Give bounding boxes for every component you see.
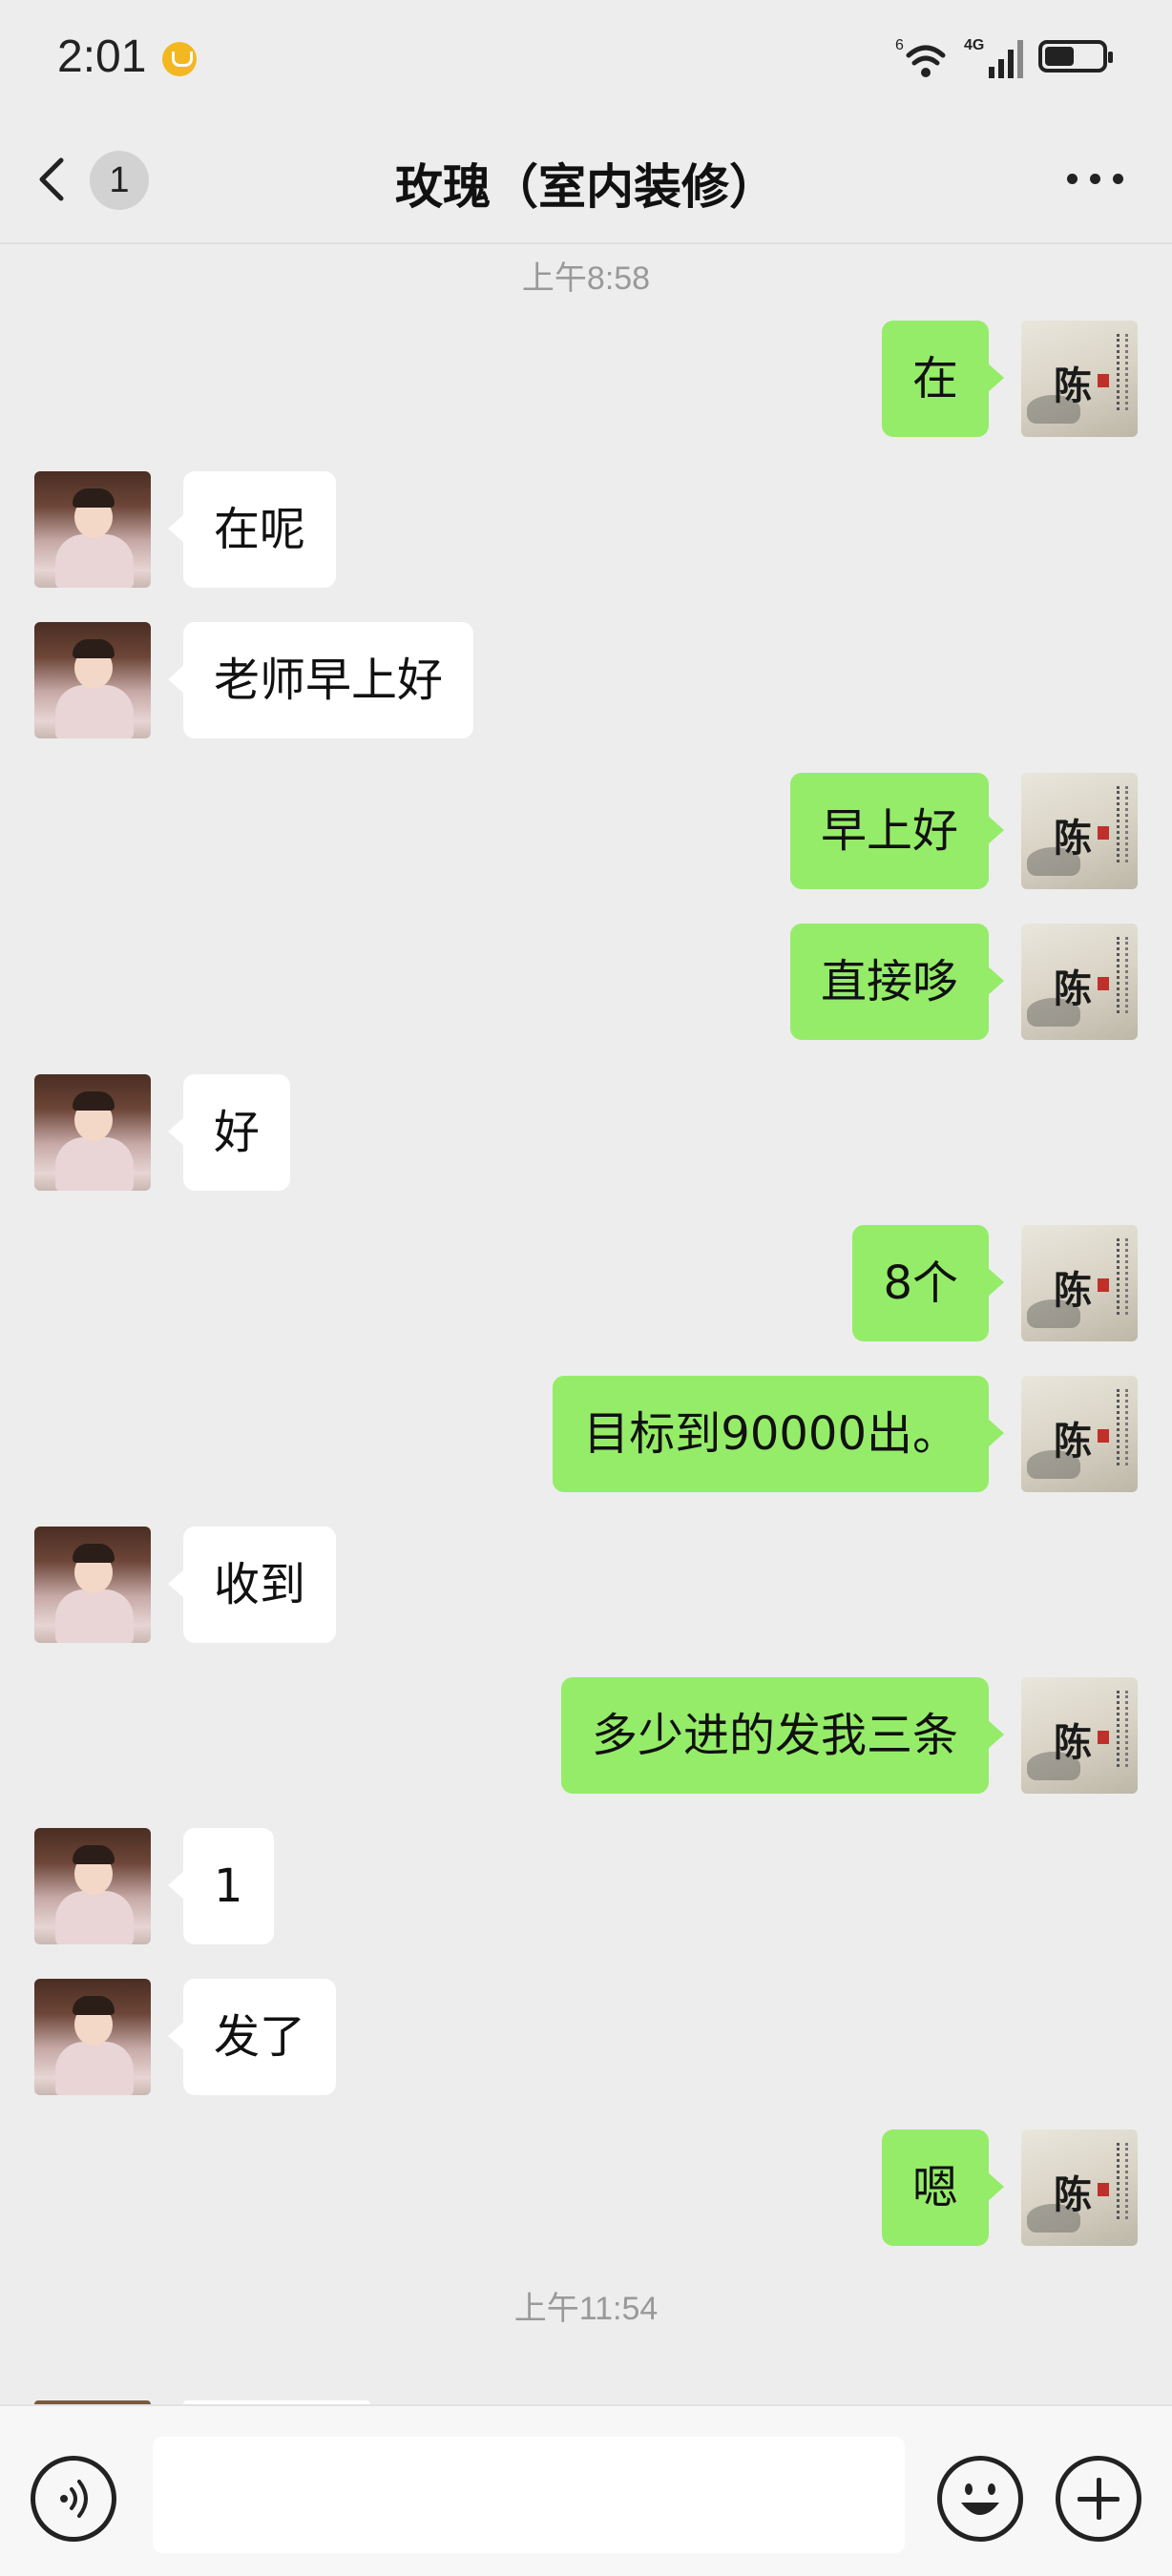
incoming-message: 好	[0, 1074, 1172, 1193]
self-avatar[interactable]: 陈	[1021, 1677, 1138, 1794]
status-bar: 2:01 6 4G	[0, 0, 1172, 114]
incoming-message: 发了	[0, 1979, 1172, 2097]
coin-notification-icon	[162, 42, 197, 76]
timestamp-label: 上午8:58	[521, 260, 651, 297]
message-bubble[interactable]: 在呢	[167, 471, 337, 588]
self-avatar[interactable]: 陈	[1021, 1225, 1138, 1341]
input-bar	[0, 2404, 1172, 2576]
message-bubble[interactable]: 1	[168, 1828, 274, 1944]
message-bubble[interactable]: 8个	[852, 1225, 1004, 1341]
contact-avatar[interactable]	[34, 1074, 151, 1191]
emoji-button[interactable]	[937, 2456, 1023, 2542]
self-avatar[interactable]: 陈	[1021, 773, 1138, 889]
avatar-calligraphy: 陈	[1054, 1419, 1092, 1464]
wifi-icon: 6	[895, 37, 946, 77]
message-bubble[interactable]: 在	[881, 321, 1005, 437]
message-bubble[interactable]: 发了	[167, 1979, 337, 2095]
avatar-calligraphy: 陈	[1054, 816, 1092, 861]
avatar-calligraphy: 陈	[1054, 364, 1092, 408]
message-input[interactable]	[153, 2437, 905, 2553]
avatar-calligraphy: 陈	[1054, 1268, 1092, 1313]
message-list[interactable]: 上午8:58 陈在在呢 老师早上好陈早上好陈直接哆好陈 8个陈目标到90000出。 收到…	[0, 244, 1172, 2404]
chat-header: 1 玫瑰（室内装修）	[0, 114, 1172, 244]
battery-icon	[1038, 40, 1113, 73]
message-bubble[interactable]: 老师早上好	[167, 622, 474, 738]
status-icons: 6 4G	[895, 34, 1115, 82]
more-dots-icon[interactable]	[1065, 164, 1126, 193]
message-bubble[interactable]: 好	[167, 1074, 291, 1191]
emoji-icon	[961, 2483, 999, 2515]
contact-avatar[interactable]	[34, 471, 151, 588]
avatar-calligraphy: 陈	[1054, 1720, 1092, 1765]
cellular-signal-icon: 4G	[964, 37, 1023, 78]
voice-icon	[60, 2480, 88, 2518]
outgoing-message: 陈 直接哆	[0, 924, 1172, 1042]
outgoing-message: 陈 多少进的发我三条	[0, 1677, 1172, 1796]
contact-avatar[interactable]	[34, 1828, 151, 1944]
network-label: 4G	[964, 37, 984, 53]
avatar-calligraphy: 陈	[1054, 2172, 1092, 2217]
incoming-message: 老师早上好	[0, 622, 1172, 740]
contact-avatar[interactable]	[34, 622, 151, 738]
outgoing-message: 陈在	[0, 321, 1172, 439]
self-avatar[interactable]: 陈	[1021, 321, 1138, 437]
incoming-message: 在呢	[0, 471, 1172, 590]
contact-avatar[interactable]	[34, 1527, 151, 1643]
message-bubble[interactable]: 目标到90000出。	[553, 1376, 1004, 1492]
outgoing-message: 陈 8个	[0, 1225, 1172, 1343]
self-avatar[interactable]: 陈	[1021, 2129, 1138, 2246]
plus-icon[interactable]	[1056, 2456, 1141, 2542]
outgoing-message: 陈 目标到90000出。	[0, 1376, 1172, 1494]
message-bubble[interactable]: 直接哆	[789, 924, 1005, 1040]
avatar-calligraphy: 陈	[1054, 966, 1092, 1011]
incoming-message: 1	[0, 1828, 1172, 1946]
status-time: 2:01	[57, 31, 147, 82]
self-avatar[interactable]: 陈	[1021, 1376, 1138, 1492]
self-avatar[interactable]: 陈	[1021, 924, 1138, 1040]
message-bubble[interactable]: 早上好	[789, 773, 1005, 889]
outgoing-message: 陈 早上好	[0, 773, 1172, 891]
message-bubble[interactable]: 嗯	[881, 2129, 1005, 2246]
outgoing-message: 陈嗯	[0, 2129, 1172, 2248]
wifi-label: 6	[895, 37, 904, 53]
contact-avatar[interactable]	[34, 1979, 151, 2095]
chat-title: 玫瑰（室内装修）	[395, 159, 777, 215]
message-bubble[interactable]: 收到	[167, 1527, 337, 1643]
message-bubble[interactable]: 多少进的发我三条	[560, 1677, 1005, 1794]
incoming-message: 收到	[0, 1527, 1172, 1645]
timestamp-label: 上午11:54	[513, 2291, 659, 2327]
voice-button[interactable]	[31, 2456, 116, 2542]
